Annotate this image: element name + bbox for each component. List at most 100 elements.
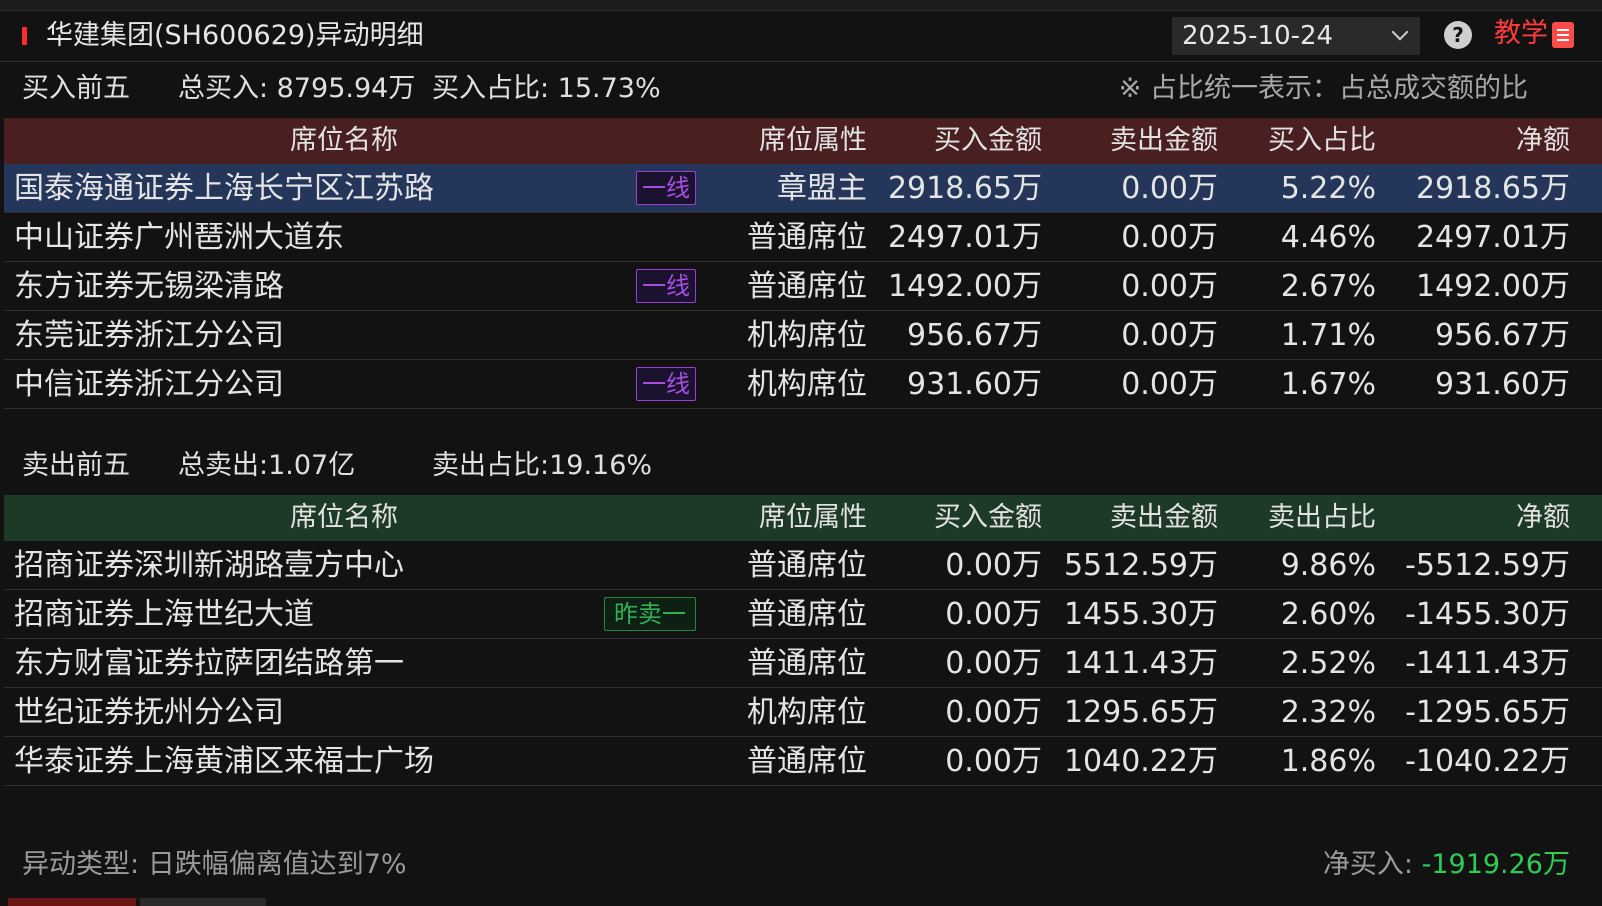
buy-summary: 买入前五 总买入: 8795.94万 买入占比: 15.73% ※ 占比统一表示… (0, 64, 1602, 114)
net-amount: -1295.65万 (1405, 695, 1570, 730)
seat-name: 中信证券浙江分公司 (14, 367, 284, 402)
net-buy: 净买入: -1919.26万 (1323, 840, 1570, 890)
sell-ratio: 卖出占比:19.16% (432, 450, 653, 481)
seat-name: 中山证券广州琶洲大道东 (14, 220, 344, 255)
header-sell-ratio[interactable]: 卖出占比 (1268, 495, 1376, 541)
buy-amount: 0.00万 (945, 744, 1042, 779)
ratio: 1.71% (1280, 318, 1376, 353)
header-sell-amount[interactable]: 卖出金额 (1110, 118, 1218, 164)
seat-tag: 一线 (636, 269, 696, 303)
buy-total: 总买入: 8795.94万 (178, 73, 416, 104)
seat-tag: 一线 (636, 171, 696, 205)
seat-attr: 普通席位 (747, 597, 867, 632)
seat-attr: 普通席位 (747, 744, 867, 779)
buy-amount: 0.00万 (945, 646, 1042, 681)
ratio-note: ※ 占比统一表示：占总成交额的比 (1118, 73, 1528, 104)
footer: 异动类型: 日跌幅偏离值达到7% 净买入: -1919.26万 (0, 840, 1602, 890)
ratio: 9.86% (1280, 548, 1376, 583)
sell-table-row[interactable]: 东方财富证券拉萨团结路第一 普通席位 0.00万 1411.43万 2.52% … (4, 639, 1602, 688)
buy-summary-label: 买入前五 (22, 73, 130, 104)
header-buy-amount[interactable]: 买入金额 (934, 495, 1042, 541)
net-buy-label: 净买入: (1322, 849, 1413, 880)
header-net[interactable]: 净额 (1516, 495, 1570, 541)
bottom-tab[interactable] (140, 898, 266, 906)
anomaly-type-value: 日跌幅偏离值达到7% (147, 849, 407, 880)
header-seat-name[interactable]: 席位名称 (290, 495, 398, 541)
date-value: 2025-10-24 (1182, 21, 1334, 51)
anomaly-type: 异动类型: 日跌幅偏离值达到7% (22, 840, 407, 890)
seat-name: 招商证券深圳新湖路壹方中心 (14, 548, 404, 583)
seat-attr: 机构席位 (747, 318, 867, 353)
header-sell-amount[interactable]: 卖出金额 (1110, 495, 1218, 541)
buy-amount: 956.67万 (907, 318, 1042, 353)
buy-amount: 2918.65万 (887, 171, 1042, 206)
seat-tag: 昨卖一 (604, 597, 696, 631)
seat-attr: 普通席位 (747, 548, 867, 583)
net-amount: 2497.01万 (1415, 220, 1570, 255)
buy-table-row[interactable]: 东莞证券浙江分公司 机构席位 956.67万 0.00万 1.71% 956.6… (4, 311, 1602, 360)
seat-name: 东方证券无锡梁清路 (14, 269, 284, 304)
date-select[interactable]: 2025-10-24 (1172, 17, 1420, 55)
bottom-tab-active[interactable] (8, 898, 136, 906)
question-circle-icon[interactable]: ? (1444, 21, 1472, 49)
ratio: 2.60% (1280, 597, 1376, 632)
sell-amount: 1295.65万 (1063, 695, 1218, 730)
sell-table-row[interactable]: 世纪证券抚州分公司 机构席位 0.00万 1295.65万 2.32% -129… (4, 688, 1602, 737)
ratio: 1.67% (1280, 367, 1376, 402)
ratio: 2.52% (1280, 646, 1376, 681)
seat-attr: 章盟主 (777, 171, 867, 206)
sell-amount: 1040.22万 (1063, 744, 1218, 779)
seat-name: 东莞证券浙江分公司 (14, 318, 284, 353)
sell-amount: 1455.30万 (1063, 597, 1218, 632)
header-net[interactable]: 净额 (1516, 118, 1570, 164)
header-seat-name[interactable]: 席位名称 (290, 118, 398, 164)
sell-table-row[interactable]: 招商证券深圳新湖路壹方中心 普通席位 0.00万 5512.59万 9.86% … (4, 541, 1602, 590)
buy-table-row[interactable]: 中山证券广州琶洲大道东 普通席位 2497.01万 0.00万 4.46% 24… (4, 213, 1602, 262)
sell-summary-label: 卖出前五 (22, 450, 130, 481)
sell-amount: 0.00万 (1121, 269, 1218, 304)
header-seat-attr[interactable]: 席位属性 (759, 495, 867, 541)
ratio: 2.32% (1280, 695, 1376, 730)
sell-amount: 5512.59万 (1063, 548, 1218, 583)
net-amount: -5512.59万 (1405, 548, 1570, 583)
buy-table-row[interactable]: 国泰海通证券上海长宁区江苏路 一线 章盟主 2918.65万 0.00万 5.2… (4, 164, 1602, 213)
net-buy-value: -1919.26万 (1421, 849, 1570, 880)
top-strip (0, 0, 1602, 11)
anomaly-type-label: 异动类型: (22, 849, 140, 880)
buy-amount: 2497.01万 (887, 220, 1042, 255)
title-bar: 华建集团(SH600629)异动明细 2025-10-24 ? 教学 (0, 11, 1602, 62)
ratio: 4.46% (1280, 220, 1376, 255)
sell-table-header: 席位名称 席位属性 买入金额 卖出金额 卖出占比 净额 (4, 495, 1602, 541)
net-amount: -1455.30万 (1405, 597, 1570, 632)
net-amount: 956.67万 (1435, 318, 1570, 353)
seat-attr: 机构席位 (747, 695, 867, 730)
buy-table-header: 席位名称 席位属性 买入金额 卖出金额 买入占比 净额 (4, 118, 1602, 164)
net-amount: 2918.65万 (1415, 171, 1570, 206)
teach-label: 教学 (1494, 18, 1548, 49)
seat-name: 华泰证券上海黄浦区来福士广场 (14, 744, 434, 779)
net-amount: -1411.43万 (1405, 646, 1570, 681)
buy-amount: 0.00万 (945, 548, 1042, 583)
sell-table-row[interactable]: 华泰证券上海黄浦区来福士广场 普通席位 0.00万 1040.22万 1.86%… (4, 737, 1602, 786)
buy-amount: 931.60万 (907, 367, 1042, 402)
buy-amount: 0.00万 (945, 597, 1042, 632)
seat-attr: 普通席位 (747, 646, 867, 681)
ratio: 1.86% (1280, 744, 1376, 779)
document-checklist-icon (1552, 22, 1574, 48)
page-title: 华建集团(SH600629)异动明细 (46, 20, 424, 51)
header-seat-attr[interactable]: 席位属性 (759, 118, 867, 164)
header-buy-amount[interactable]: 买入金额 (934, 118, 1042, 164)
title-marker (22, 27, 27, 45)
buy-table-row[interactable]: 东方证券无锡梁清路 一线 普通席位 1492.00万 0.00万 2.67% 1… (4, 262, 1602, 311)
bottom-tabs (0, 898, 1602, 906)
sell-amount: 0.00万 (1121, 220, 1218, 255)
ratio: 2.67% (1280, 269, 1376, 304)
sell-table-row[interactable]: 招商证券上海世纪大道 昨卖一 普通席位 0.00万 1455.30万 2.60%… (4, 590, 1602, 639)
header-buy-ratio[interactable]: 买入占比 (1268, 118, 1376, 164)
buy-table-row[interactable]: 中信证券浙江分公司 一线 机构席位 931.60万 0.00万 1.67% 93… (4, 360, 1602, 409)
net-amount: 1492.00万 (1415, 269, 1570, 304)
buy-amount: 0.00万 (945, 695, 1042, 730)
seat-attr: 机构席位 (747, 367, 867, 402)
sell-amount: 0.00万 (1121, 171, 1218, 206)
teach-button[interactable]: 教学 (1494, 17, 1574, 53)
